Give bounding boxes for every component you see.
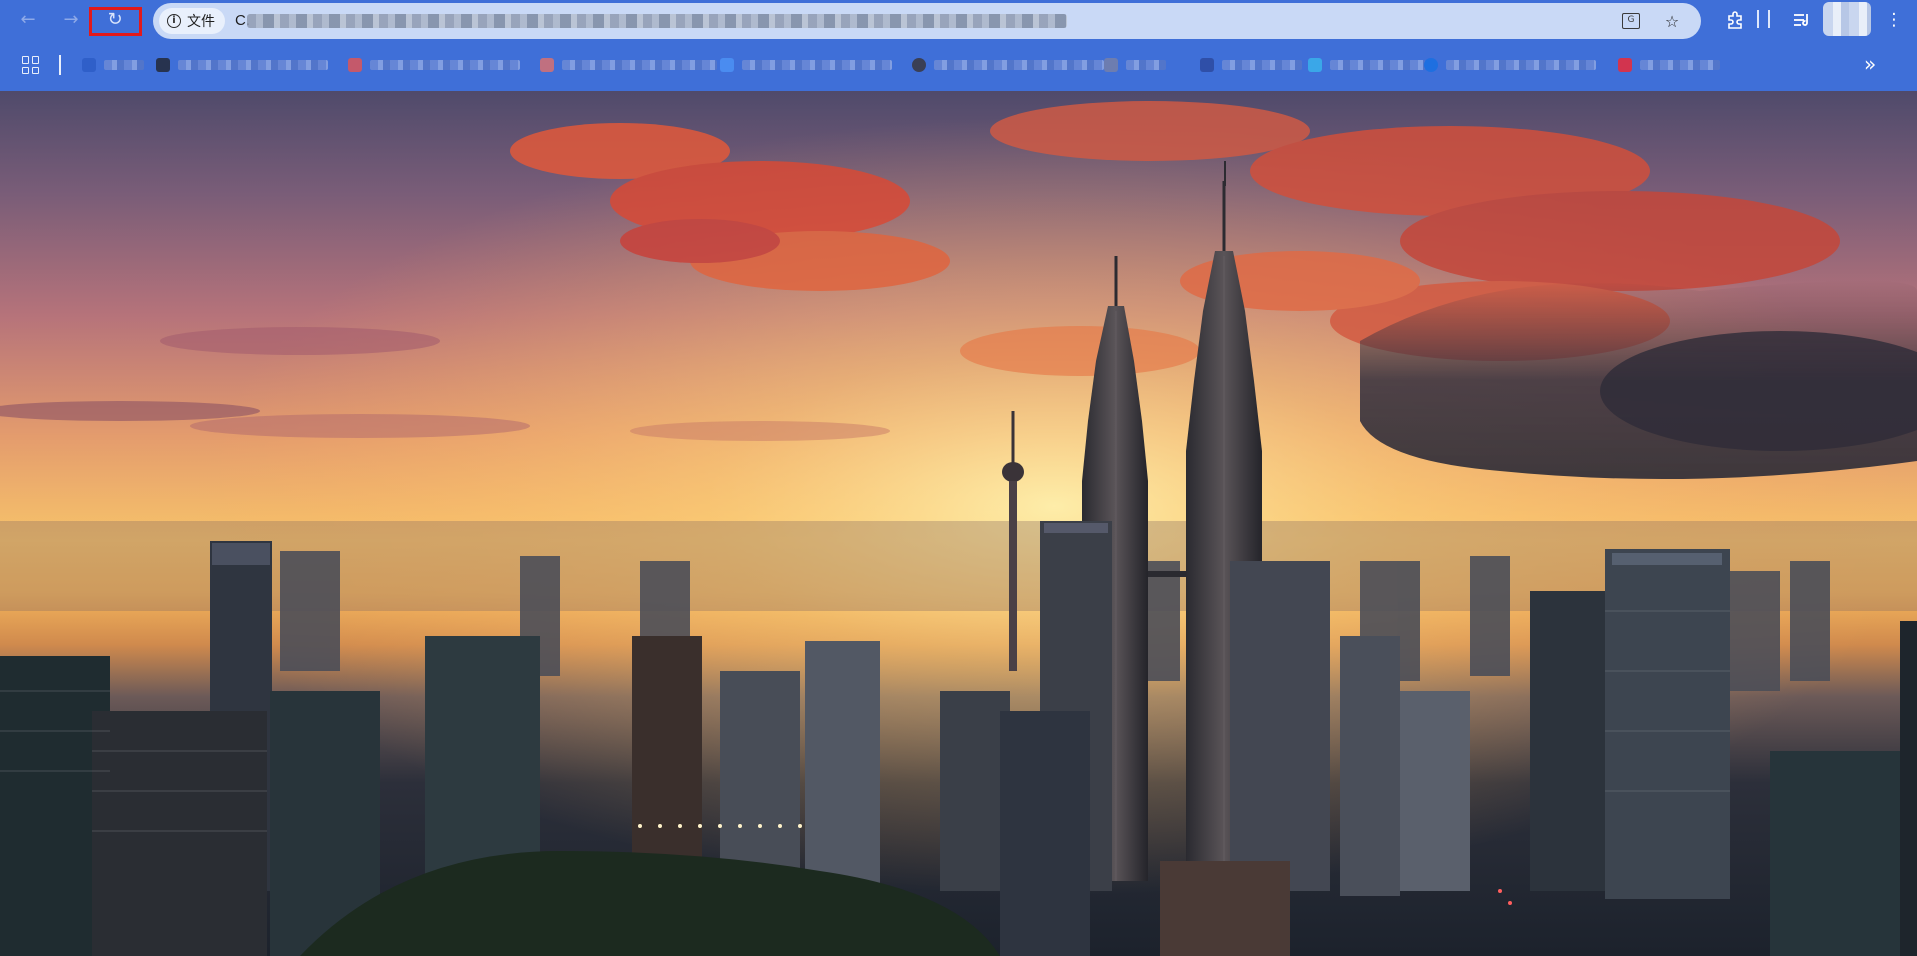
bookmark-item[interactable] [1308,58,1425,72]
bookmark-label-redacted [562,60,717,70]
bookmark-favicon [82,58,96,72]
bookmark-label-redacted [1126,60,1166,70]
browser-toolbar: ← → ↻ i 文件 C. G ☆ ⋮ [0,0,1917,40]
bookmark-label-redacted [934,60,1104,70]
bookmark-favicon [348,58,362,72]
bookmark-favicon [540,58,554,72]
bookmark-favicon [156,58,170,72]
bookmark-item[interactable] [348,58,520,72]
bookmark-favicon [1424,58,1438,72]
bookmarks-overflow-button[interactable]: » [1864,52,1876,76]
toolbar-divider-2 [1768,10,1770,28]
bookmark-label-redacted [370,60,520,70]
bookmark-item[interactable] [1200,58,1302,72]
address-bar[interactable]: i 文件 C. G ☆ [153,3,1701,39]
url-redacted [247,14,1067,28]
site-chip-label: 文件 [187,13,215,29]
skyline-illustration [0,91,1917,956]
toolbar-divider [1757,10,1759,28]
bookmarks-divider [59,55,61,75]
bookmark-favicon [1618,58,1632,72]
bookmark-item[interactable] [720,58,892,72]
bookmark-item[interactable] [1104,58,1166,72]
extensions-icon [1728,11,1742,29]
arrow-left-icon: ← [20,9,36,30]
bookmark-item[interactable] [540,58,717,72]
bookmark-favicon [1104,58,1118,72]
skyline-photo [0,91,1917,956]
bookmark-item[interactable] [82,58,144,72]
back-button[interactable]: ← [12,4,44,36]
extensions-button[interactable] [1721,6,1749,34]
bookmark-star-button[interactable]: ☆ [1660,9,1684,33]
translate-icon: G [1622,13,1640,29]
bookmark-label-redacted [742,60,892,70]
arrow-right-icon: → [63,9,79,30]
translate-button[interactable]: G [1619,9,1643,33]
star-icon: ☆ [1664,11,1680,31]
bookmark-label-redacted [1640,60,1720,70]
bookmark-item[interactable] [1618,58,1720,72]
profile-avatar[interactable] [1823,2,1871,36]
bookmark-item[interactable] [912,58,1104,72]
reading-list-button[interactable] [1788,6,1816,34]
bookmark-item[interactable] [156,58,328,72]
bookmark-label-redacted [178,60,328,70]
bookmark-label-redacted [104,60,144,70]
bookmark-label-redacted [1222,60,1302,70]
reading-list-icon [1794,14,1808,26]
bookmark-favicon [720,58,734,72]
bookmark-label-redacted [1446,60,1596,70]
bookmark-favicon [912,58,926,72]
bookmark-favicon [1200,58,1214,72]
menu-kebab-icon: ⋮ [1885,10,1903,30]
menu-button[interactable]: ⋮ [1880,6,1908,34]
forward-button[interactable]: → [55,4,87,36]
site-info-chip[interactable]: i 文件 [159,8,225,34]
browser-chrome: ← → ↻ i 文件 C. G ☆ ⋮ » [0,0,1917,91]
bookmark-item[interactable] [1424,58,1596,72]
info-icon: i [167,14,181,28]
bookmark-favicon [1308,58,1322,72]
bookmark-label-redacted [1330,60,1425,70]
bookmarks-bar: » [0,47,1917,83]
apps-grid-icon[interactable] [22,56,40,74]
reload-highlight-box [89,7,142,36]
